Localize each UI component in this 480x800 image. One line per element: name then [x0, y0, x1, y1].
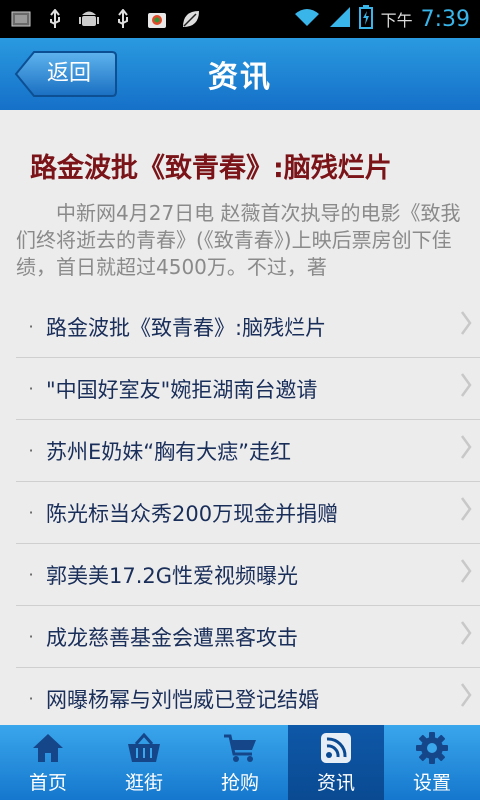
- back-button-label: 返回: [46, 61, 91, 86]
- signal-icon: [329, 6, 351, 32]
- page-title: 资讯: [208, 60, 272, 95]
- chevron-right-icon: [460, 496, 472, 526]
- back-button[interactable]: 返回: [14, 50, 118, 98]
- news-list-item[interactable]: · 成龙慈善基金会遭黑客攻击: [16, 606, 480, 668]
- status-bar: 下午 7:39: [0, 0, 480, 38]
- bullet-icon: ·: [28, 565, 34, 584]
- tab-flash-sale-label: 抢购: [220, 772, 259, 794]
- tab-home[interactable]: 首页: [0, 725, 96, 800]
- usb-icon-2: [112, 8, 134, 30]
- tab-settings-label: 设置: [412, 772, 451, 794]
- android-debug-icon: [78, 8, 100, 30]
- news-list: · 路金波批《致青春》:脑残烂片 · "中国好室友"婉拒湖南台邀请 · 苏州E奶…: [16, 296, 480, 725]
- news-title: 陈光标当众秀200万现金并捐赠: [46, 501, 339, 526]
- bullet-icon: ·: [28, 317, 34, 336]
- bullet-icon: ·: [28, 379, 34, 398]
- usb-icon: [44, 8, 66, 30]
- basket-icon: [126, 730, 162, 766]
- tab-shopping[interactable]: 逛街: [96, 725, 192, 800]
- news-title: 网曝杨幂与刘恺威已登记结婚: [46, 687, 319, 712]
- leaf-app-icon: [180, 8, 202, 30]
- tab-settings[interactable]: 设置: [384, 725, 480, 800]
- tab-shopping-label: 逛街: [124, 772, 163, 794]
- bullet-icon: ·: [28, 689, 34, 708]
- store-app-icon: [146, 8, 168, 30]
- chevron-right-icon: [460, 558, 472, 588]
- wifi-icon: [293, 7, 321, 31]
- cart-icon: [222, 730, 258, 766]
- battery-icon: [358, 5, 373, 33]
- news-list-item[interactable]: · 郭美美17.2G性爱视频曝光: [16, 544, 480, 606]
- time-ampm: 下午: [380, 11, 413, 30]
- news-list-item[interactable]: · 网曝杨幂与刘恺威已登记结婚: [16, 668, 480, 725]
- news-list-item[interactable]: · 苏州E奶妹“胸有大痣”走红: [16, 420, 480, 482]
- chevron-right-icon: [460, 682, 472, 712]
- featured-article-summary[interactable]: 中新网4月27日电 赵薇首次执导的电影《致我们终将逝去的青春》(《致青春》)上映…: [16, 200, 474, 281]
- news-title: 路金波批《致青春》:脑残烂片: [46, 315, 327, 340]
- featured-article-title[interactable]: 路金波批《致青春》:脑残烂片: [30, 146, 392, 185]
- bullet-icon: ·: [28, 503, 34, 522]
- header-bar: 返回 资讯: [0, 38, 480, 110]
- rss-icon: [320, 730, 352, 766]
- bottom-tab-bar: 首页 逛街 抢购 资讯 设置: [0, 725, 480, 800]
- news-title: "中国好室友"婉拒湖南台邀请: [46, 377, 318, 402]
- chevron-right-icon: [460, 372, 472, 402]
- news-list-item[interactable]: · "中国好室友"婉拒湖南台邀请: [16, 358, 480, 420]
- notification-app-icon: [10, 8, 32, 30]
- news-title: 成龙慈善基金会遭黑客攻击: [46, 625, 298, 650]
- content-area: 路金波批《致青春》:脑残烂片 中新网4月27日电 赵薇首次执导的电影《致我们终将…: [0, 110, 480, 725]
- news-list-item[interactable]: · 路金波批《致青春》:脑残烂片: [16, 296, 480, 358]
- bullet-icon: ·: [28, 627, 34, 646]
- news-list-item[interactable]: · 陈光标当众秀200万现金并捐赠: [16, 482, 480, 544]
- chevron-right-icon: [460, 434, 472, 464]
- clock: 7:39: [420, 6, 470, 32]
- tab-news-label: 资讯: [316, 772, 355, 794]
- bullet-icon: ·: [28, 441, 34, 460]
- tab-home-label: 首页: [28, 772, 67, 794]
- news-title: 苏州E奶妹“胸有大痣”走红: [46, 439, 292, 464]
- tab-news[interactable]: 资讯: [288, 725, 384, 800]
- gear-icon: [415, 730, 449, 766]
- tab-flash-sale[interactable]: 抢购: [192, 725, 288, 800]
- chevron-right-icon: [460, 620, 472, 650]
- news-title: 郭美美17.2G性爱视频曝光: [46, 563, 299, 588]
- chevron-right-icon: [460, 310, 472, 340]
- home-icon: [31, 730, 65, 766]
